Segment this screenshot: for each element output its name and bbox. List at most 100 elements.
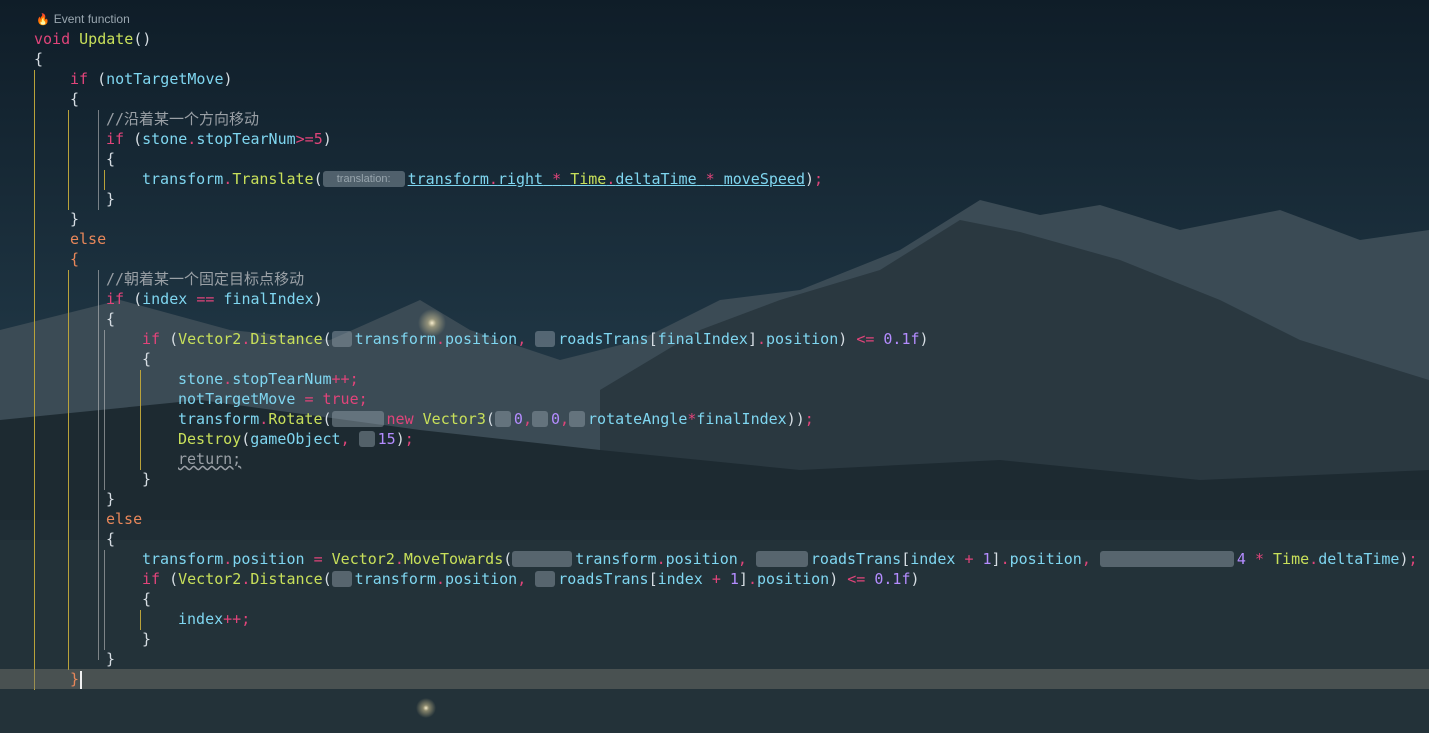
code-line[interactable]: transform.Rotate(new Vector3(0, 0, rotateA…: [0, 409, 1429, 429]
keyword-if: if: [106, 130, 125, 148]
identifier: position: [766, 330, 839, 348]
keyword-new: new: [386, 410, 414, 428]
code-line[interactable]: }: [0, 469, 1429, 489]
code-line[interactable]: if (stone.stopTearNum>=5): [0, 129, 1429, 149]
code-line[interactable]: {: [0, 309, 1429, 329]
identifier: index: [142, 290, 188, 308]
parameter-hint: [331, 330, 352, 347]
identifier: transform: [178, 410, 260, 428]
identifier: gameObject: [250, 430, 341, 448]
flame-icon: 🔥: [36, 14, 50, 26]
parameter-hint: [512, 550, 573, 567]
number: 4: [1236, 550, 1246, 568]
number: 1: [982, 550, 992, 568]
code-line[interactable]: //朝着某一个固定目标点移动: [0, 269, 1429, 289]
identifier: transform: [142, 550, 224, 568]
code-line[interactable]: Destroy(gameObject, 15);: [0, 429, 1429, 449]
method-name: Update: [79, 30, 134, 48]
identifier: transform: [142, 170, 224, 188]
identifier: finalIndex: [657, 330, 748, 348]
identifier: stopTearNum: [232, 370, 332, 388]
operator: >=5: [295, 130, 323, 148]
code-line[interactable]: }: [0, 489, 1429, 509]
code-line[interactable]: else: [0, 509, 1429, 529]
identifier: transform: [407, 170, 489, 188]
codelens-hint[interactable]: 🔥 Event function: [36, 12, 130, 26]
code-line[interactable]: if (index == finalIndex): [0, 289, 1429, 309]
identifier: deltaTime: [1318, 550, 1400, 568]
method-call: MoveTowards: [403, 550, 504, 568]
class-name: Time: [570, 170, 607, 188]
code-line[interactable]: }: [0, 629, 1429, 649]
keyword-return: return;: [178, 450, 242, 468]
identifier: rotateAngle: [588, 410, 688, 428]
code-line[interactable]: }: [0, 209, 1429, 229]
identifier: transform: [575, 550, 657, 568]
identifier: roadsTrans: [558, 330, 649, 348]
code-line[interactable]: {: [0, 349, 1429, 369]
code-line[interactable]: void Update(): [0, 29, 1429, 49]
identifier: transform: [354, 570, 436, 588]
text-cursor: [80, 670, 83, 689]
code-line[interactable]: stone.stopTearNum++;: [0, 369, 1429, 389]
parameter-hint: [569, 410, 586, 427]
code-line[interactable]: else: [0, 229, 1429, 249]
number: 0.1f: [883, 330, 920, 348]
identifier: transform: [354, 330, 436, 348]
code-line[interactable]: notTargetMove = true;: [0, 389, 1429, 409]
identifier: position: [1009, 550, 1082, 568]
identifier: right: [497, 170, 544, 188]
code-line[interactable]: return;: [0, 449, 1429, 469]
method-call: Translate: [232, 170, 314, 188]
code-line[interactable]: transform.position = Vector2.MoveTowards…: [0, 549, 1429, 569]
keyword-void: void: [34, 30, 71, 48]
code-line[interactable]: transform.Translate(translation: transfor…: [0, 169, 1429, 189]
parameter-hint: [1099, 550, 1234, 567]
class-name: Vector3: [422, 410, 486, 428]
code-line[interactable]: if (Vector2.Distance(transform.position,…: [0, 569, 1429, 589]
code-line[interactable]: {: [0, 249, 1429, 269]
code-editor[interactable]: 🔥 Event function void Update() { if (notT…: [0, 0, 1429, 733]
code-line[interactable]: {: [0, 89, 1429, 109]
number: 15: [377, 430, 396, 448]
code-line[interactable]: {: [0, 149, 1429, 169]
identifier: position: [665, 550, 738, 568]
parameter-hint: [535, 330, 556, 347]
number: 0: [550, 410, 560, 428]
code-line[interactable]: {: [0, 529, 1429, 549]
keyword-if: if: [142, 570, 161, 588]
keyword-if: if: [142, 330, 161, 348]
class-name: Vector2: [331, 550, 395, 568]
keyword-if: if: [106, 290, 125, 308]
identifier: position: [756, 570, 830, 588]
comment: //沿着某一个方向移动: [106, 110, 260, 128]
current-code-line[interactable]: }: [0, 669, 1429, 689]
code-line[interactable]: index++;: [0, 609, 1429, 629]
code-line[interactable]: {: [0, 49, 1429, 69]
number: 0.1f: [874, 570, 911, 588]
code-line[interactable]: if (Vector2.Distance(transform.position,…: [0, 329, 1429, 349]
identifier: position: [444, 330, 518, 348]
identifier: roadsTrans: [810, 550, 902, 568]
identifier: notTargetMove: [178, 390, 296, 408]
identifier: roadsTrans: [558, 570, 649, 588]
number: 1: [729, 570, 739, 588]
parameter-hint: [535, 570, 556, 587]
parameter-hint: [755, 550, 808, 567]
codelens-label: Event function: [53, 12, 130, 26]
identifier: notTargetMove: [106, 70, 224, 88]
parameter-hint: [331, 570, 352, 587]
identifier: position: [444, 570, 518, 588]
code-line[interactable]: //沿着某一个方向移动: [0, 109, 1429, 129]
class-name: Vector2: [178, 570, 242, 588]
code-line[interactable]: {: [0, 589, 1429, 609]
method-call: Distance: [250, 330, 323, 348]
class-name: Time: [1273, 550, 1310, 568]
identifier: index: [910, 550, 956, 568]
code-line[interactable]: if (notTargetMove): [0, 69, 1429, 89]
code-line[interactable]: }: [0, 189, 1429, 209]
identifier: finalIndex: [696, 410, 787, 428]
parens: (): [133, 30, 152, 48]
identifier: index: [657, 570, 703, 588]
code-line[interactable]: }: [0, 649, 1429, 669]
